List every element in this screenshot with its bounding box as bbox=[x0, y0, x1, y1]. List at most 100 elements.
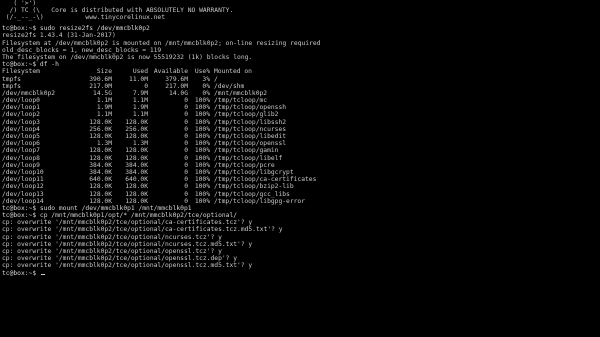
shell-prompt-line: tc@box:~$ sudo mount /dev/mmcblk0p1 /mnt… bbox=[2, 204, 192, 212]
df-cell-size: 217.0M bbox=[89, 82, 112, 90]
shell-prompt-line: tc@box:~$ df -h bbox=[2, 61, 59, 69]
df-command-block: tc@box:~$ df -h Filesystem Size Used Ava… bbox=[2, 61, 600, 205]
df-cell-mounted-on: /tmp/tcloop/libgpg-error bbox=[214, 197, 305, 205]
terminal-window[interactable]: ( '>') /) TC (\ Core is distributed with… bbox=[0, 0, 600, 337]
df-cell-available: 0 bbox=[184, 133, 188, 140]
df-cell-used: 640.0K bbox=[125, 176, 148, 184]
df-cell-used: 1.1M bbox=[132, 97, 148, 105]
df-table-row: /dev/loop10 384.0K 384.0K 0 100% /tmp/tcloop/… bbox=[2, 169, 600, 176]
output-line: The filesystem on /dev/mmcblk0p2 is now … bbox=[2, 53, 253, 61]
output-line: cp: overwrite '/mnt/mmcblk0p2/tce/option… bbox=[2, 262, 253, 270]
df-cell-available: 0 bbox=[184, 97, 188, 105]
df-cell-filesystem: /dev/loop7 bbox=[2, 147, 40, 155]
df-cell-filesystem: tmpfs bbox=[2, 82, 21, 90]
df-cell-mounted-on: /tmp/tcloop/mc bbox=[214, 97, 268, 105]
df-cell-size: 1.9M bbox=[96, 104, 112, 112]
df-header-size: Size bbox=[96, 68, 112, 76]
resize-command-block: tc@box:~$ sudo resize2fs /dev/mmcblk0p2 … bbox=[2, 25, 600, 61]
df-cell-available: 14.0G bbox=[169, 89, 188, 97]
df-cell-filesystem: /dev/loop3 bbox=[2, 118, 40, 126]
df-cell-used: 256.0K bbox=[125, 125, 148, 133]
active-shell-prompt[interactable]: tc@box:~$ bbox=[2, 270, 600, 277]
df-cell-filesystem: /dev/loop9 bbox=[2, 161, 40, 169]
cp-command-block: tc@box:~$ cp /mnt/mmcblk0p1/opt/* /mnt/m… bbox=[2, 212, 600, 270]
df-table-row: tmpfs 390.6M 11.0M 379.6M 3% / bbox=[2, 76, 600, 83]
df-cell-available: 379.6M bbox=[165, 75, 188, 83]
df-cell-size: 256.0K bbox=[89, 125, 112, 133]
df-cell-size: 1.1M bbox=[96, 97, 112, 105]
df-cell-filesystem: /dev/loop10 bbox=[2, 168, 44, 176]
df-cell-used: 7.9M bbox=[132, 89, 148, 97]
df-cell-available: 0 bbox=[184, 104, 188, 112]
df-cell-used: 1.1M bbox=[132, 111, 148, 119]
df-table-row: /dev/loop6 1.3M 1.3M 0 100% /tmp/tcloop/opens… bbox=[2, 140, 600, 147]
df-table-row: /dev/loop1 1.9M 1.9M 0 100% /tmp/tcloop/opens… bbox=[2, 104, 600, 111]
df-header-used: Used bbox=[132, 68, 148, 76]
df-cell-filesystem: /dev/loop8 bbox=[2, 154, 40, 162]
df-cell-size: 128.0K bbox=[89, 133, 112, 140]
df-cell-available: 0 bbox=[184, 140, 188, 148]
df-cell-use-percent: 0% bbox=[202, 89, 210, 97]
df-cell-filesystem: /dev/loop11 bbox=[2, 176, 44, 184]
df-cell-use-percent: 100% bbox=[194, 147, 210, 155]
df-cell-available: 0 bbox=[184, 183, 188, 191]
df-cell-available: 0 bbox=[184, 176, 188, 184]
df-table-row: /dev/loop13 128.0K 128.0K 0 100% /tmp/tcloop/… bbox=[2, 191, 600, 198]
output-line: cp: overwrite '/mnt/mmcblk0p2/tce/option… bbox=[2, 226, 283, 234]
df-cell-mounted-on: /tmp/tcloop/glib2 bbox=[214, 111, 279, 119]
banner-line: /) TC (\ Core is distributed with ABSOLU… bbox=[2, 7, 234, 15]
df-cell-mounted-on: / bbox=[214, 75, 218, 83]
df-cell-size: 128.0K bbox=[89, 147, 112, 155]
df-header-mounted-on: Mounted on bbox=[214, 68, 252, 76]
output-line: old_desc_blocks = 1, new_desc_blocks = 1… bbox=[2, 46, 162, 54]
df-cell-use-percent: 100% bbox=[194, 154, 210, 162]
df-cell-size: 128.0K bbox=[89, 183, 112, 191]
output-line: resize2fs 1.43.4 (31-Jan-2017) bbox=[2, 32, 116, 40]
df-cell-use-percent: 100% bbox=[194, 168, 210, 176]
df-cell-mounted-on: /mnt/mmcblk0p2 bbox=[214, 89, 268, 97]
df-cell-filesystem: /dev/loop5 bbox=[2, 133, 40, 140]
df-cell-use-percent: 100% bbox=[194, 118, 210, 126]
df-cell-used: 128.0K bbox=[125, 133, 148, 140]
df-header-filesystem: Filesystem bbox=[2, 68, 40, 76]
df-cell-use-percent: 100% bbox=[194, 176, 210, 184]
df-cell-used: 1.3M bbox=[132, 140, 148, 148]
df-table-row: /dev/loop7 128.0K 128.0K 0 100% /tmp/tcloop/g… bbox=[2, 147, 600, 154]
df-table-row: /dev/loop9 384.0K 384.0K 0 100% /tmp/tcloop/p… bbox=[2, 162, 600, 169]
df-cell-filesystem: /dev/mmcblk0p2 bbox=[2, 89, 56, 97]
df-cell-use-percent: 100% bbox=[194, 133, 210, 140]
df-header-available: Available bbox=[153, 68, 188, 76]
df-table-row: tmpfs 217.0M 0 217.0M 0% /dev/shm bbox=[2, 83, 600, 90]
df-cell-used: 1.9M bbox=[132, 104, 148, 112]
df-cell-used: 128.0K bbox=[125, 197, 148, 205]
output-line: Filesystem at /dev/mmcblk0p2 is mounted … bbox=[2, 39, 321, 47]
output-line: cp: overwrite '/mnt/mmcblk0p2/tce/option… bbox=[2, 240, 253, 248]
df-table-row: /dev/loop3 128.0K 128.0K 0 100% /tmp/tcloop/l… bbox=[2, 119, 600, 126]
shell-prompt-line: tc@box:~$ sudo resize2fs /dev/mmcblk0p2 bbox=[2, 25, 150, 33]
df-cell-used: 11.0M bbox=[129, 75, 148, 83]
df-cell-use-percent: 100% bbox=[194, 97, 210, 105]
df-cell-mounted-on: /tmp/tcloop/libssh2 bbox=[214, 118, 287, 126]
df-cell-filesystem: /dev/loop2 bbox=[2, 111, 40, 119]
df-cell-used: 384.0K bbox=[125, 168, 148, 176]
output-line: cp: overwrite '/mnt/mmcblk0p2/tce/option… bbox=[2, 233, 222, 241]
df-cell-size: 384.0K bbox=[89, 168, 112, 176]
df-cell-mounted-on: /tmp/tcloop/pcre bbox=[214, 161, 275, 169]
df-cell-available: 0 bbox=[184, 147, 188, 155]
df-cell-use-percent: 100% bbox=[194, 190, 210, 198]
tinycore-banner: ( '>') /) TC (\ Core is distributed with… bbox=[2, 0, 600, 22]
df-cell-use-percent: 0% bbox=[202, 82, 210, 90]
df-cell-available: 217.0M bbox=[165, 82, 188, 90]
df-cell-filesystem: /dev/loop1 bbox=[2, 104, 40, 112]
df-header-use-percent: Use% bbox=[194, 68, 210, 76]
df-table-body: tmpfs 390.6M 11.0M 379.6M 3% / tmpfs 217.0M 0 217… bbox=[2, 76, 600, 205]
df-table-row: /dev/loop4 256.0K 256.0K 0 100% /tmp/tcloop/n… bbox=[2, 126, 600, 133]
df-cell-mounted-on: /tmp/tcloop/openssh bbox=[214, 104, 287, 112]
df-cell-use-percent: 3% bbox=[202, 75, 210, 83]
banner-line: (/-_--_-\) www.tinycorelinux.net bbox=[2, 14, 166, 22]
df-cell-size: 14.5G bbox=[93, 89, 112, 97]
df-table-row: /dev/loop12 128.0K 128.0K 0 100% /tmp/tcloop/… bbox=[2, 183, 600, 190]
df-cell-mounted-on: /tmp/tcloop/gcc_libs bbox=[214, 190, 290, 198]
df-cell-size: 640.0K bbox=[89, 176, 112, 184]
output-line: cp: overwrite '/mnt/mmcblk0p2/tce/option… bbox=[2, 219, 253, 227]
